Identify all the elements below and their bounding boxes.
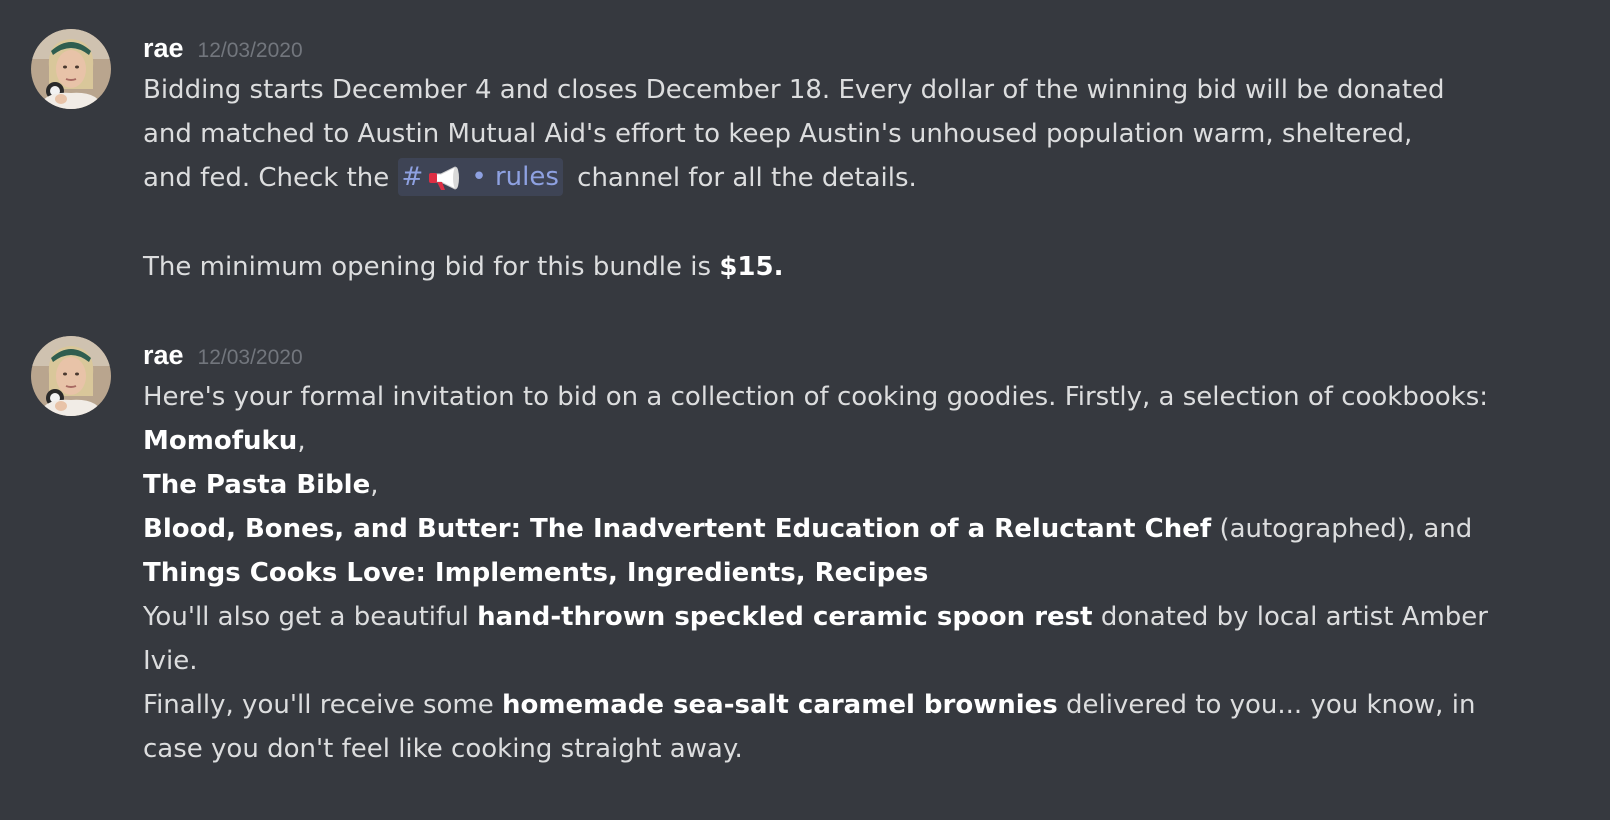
megaphone-icon — [427, 164, 463, 202]
book-title: Things Cooks Love: Implements, Ingredien… — [143, 558, 929, 588]
message-text: channel for all the details. — [577, 163, 917, 193]
book-title: The Pasta Bible — [143, 470, 371, 500]
message-line: The Pasta Bible, — [143, 463, 1583, 507]
message-line: Here's your formal invitation to bid on … — [143, 375, 1583, 419]
timestamp: 12/03/2020 — [197, 346, 303, 369]
item-highlight: hand-thrown speckled ceramic spoon rest — [477, 602, 1093, 632]
message-text: delivered to you... you know, in — [1066, 690, 1476, 720]
message-text: case you don't feel like cooking straigh… — [143, 734, 743, 764]
channel-mention-rules[interactable]: # • rules — [397, 158, 563, 196]
message-content: Bidding starts December 4 and closes Dec… — [143, 68, 1583, 289]
message-line: Finally, you'll receive some homemade se… — [143, 683, 1583, 727]
message-line: Momofuku, — [143, 419, 1583, 463]
user-avatar[interactable] — [31, 29, 111, 109]
message-text: donated by local artist Amber — [1100, 602, 1488, 632]
message-text: Finally, you'll receive some — [143, 690, 494, 720]
bid-amount: $15. — [719, 252, 784, 282]
message-text: (autographed), and — [1219, 514, 1473, 544]
message-text: The minimum opening bid for this bundle … — [143, 252, 712, 282]
book-title: Momofuku — [143, 426, 298, 456]
message-line: case you don't feel like cooking straigh… — [143, 727, 1583, 771]
message-text: and fed. Check the — [143, 163, 390, 193]
message-text: , — [297, 426, 306, 456]
channel-name: • rules — [471, 162, 559, 192]
message-text: , — [370, 470, 379, 500]
message-line: and fed. Check the # • rules channel for … — [143, 156, 1583, 200]
hash-icon: # — [401, 162, 424, 192]
message-line: Bidding starts December 4 and closes Dec… — [143, 68, 1583, 112]
message-content: Here's your formal invitation to bid on … — [143, 375, 1583, 771]
item-highlight: homemade sea-salt caramel brownies — [502, 690, 1058, 720]
message-text: Ivie. — [143, 646, 198, 676]
message-header: rae 12/03/2020 — [143, 335, 1583, 375]
message-line: You'll also get a beautiful hand-thrown … — [143, 595, 1583, 639]
message-line: Things Cooks Love: Implements, Ingredien… — [143, 551, 1583, 595]
username[interactable]: rae — [143, 33, 184, 63]
username[interactable]: rae — [143, 340, 184, 370]
message-text: Here's your formal invitation to bid on … — [143, 382, 1489, 412]
book-title: Blood, Bones, and Butter: The Inadverten… — [143, 514, 1212, 544]
message-line: The minimum opening bid for this bundle … — [143, 245, 1583, 289]
user-avatar[interactable] — [31, 336, 111, 416]
timestamp: 12/03/2020 — [197, 39, 303, 62]
message-text: and matched to Austin Mutual Aid's effor… — [143, 119, 1413, 149]
message-header: rae 12/03/2020 — [143, 28, 1583, 68]
message-text: You'll also get a beautiful — [143, 602, 469, 632]
message-text: Bidding starts December 4 and closes Dec… — [143, 75, 1445, 105]
message-line: Ivie. — [143, 639, 1583, 683]
message-line: Blood, Bones, and Butter: The Inadverten… — [143, 507, 1583, 551]
message-line: and matched to Austin Mutual Aid's effor… — [143, 112, 1583, 156]
